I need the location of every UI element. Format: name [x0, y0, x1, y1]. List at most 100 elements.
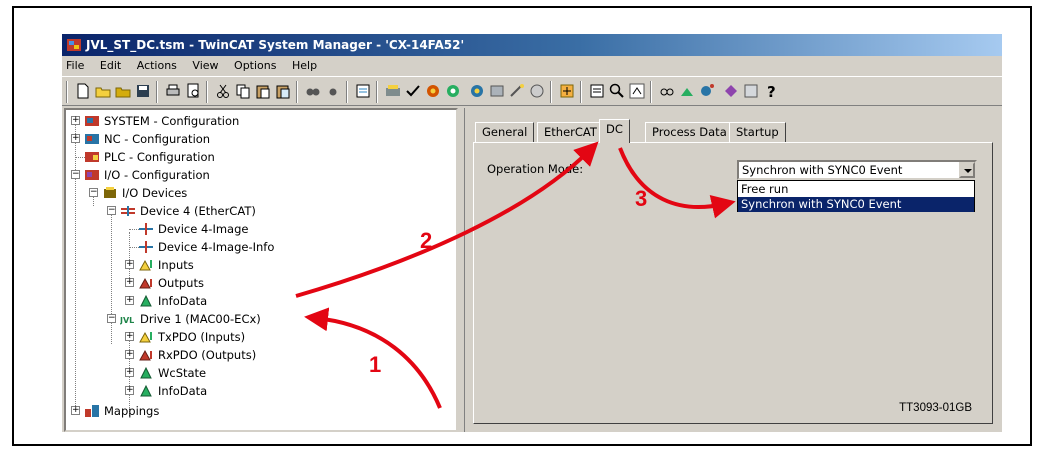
tab-ethercat[interactable]: EtherCAT — [537, 122, 604, 142]
io-config-icon — [85, 170, 99, 180]
ethercat-device-icon — [121, 206, 135, 216]
tree-node-mappings[interactable]: + Mappings — [66, 402, 456, 420]
new-file-icon[interactable] — [74, 82, 92, 100]
expand-icon[interactable]: + — [71, 116, 80, 125]
target-system-icon[interactable] — [722, 82, 740, 100]
outputs-icon — [139, 277, 152, 289]
collapse-icon[interactable]: − — [107, 314, 116, 323]
print-icon[interactable] — [164, 82, 182, 100]
tree-node-device-4-image-info[interactable]: Device 4-Image-Info — [66, 238, 456, 256]
expand-icon[interactable]: + — [125, 368, 134, 377]
info-icon[interactable] — [742, 82, 760, 100]
mappings-icon — [85, 405, 99, 417]
toolbar-separator — [206, 81, 208, 103]
zoom-icon[interactable] — [608, 82, 626, 100]
paste-icon[interactable] — [254, 82, 272, 100]
image-icon — [139, 223, 153, 235]
tree-node-plc-configuration[interactable]: PLC - Configuration — [66, 148, 456, 166]
append-device-icon[interactable] — [558, 82, 576, 100]
operation-mode-dropdown: Free run Synchron with SYNC0 Event — [737, 180, 975, 212]
tab-general[interactable]: General — [475, 122, 535, 142]
tab-dc[interactable]: DC — [599, 119, 630, 143]
dropdown-arrow-icon[interactable] — [959, 162, 975, 178]
tree-node-txpdo[interactable]: + TxPDO (Inputs) — [66, 328, 456, 346]
operation-mode-value: Synchron with SYNC0 Event — [742, 163, 903, 177]
collapse-icon[interactable]: − — [71, 170, 80, 179]
cut-icon[interactable] — [214, 82, 232, 100]
expand-icon[interactable]: + — [125, 296, 134, 305]
expand-icon[interactable]: + — [71, 134, 80, 143]
toolbar-separator — [66, 81, 68, 103]
option-free-run[interactable]: Free run — [738, 182, 974, 197]
expand-icon[interactable]: + — [125, 278, 134, 287]
toggle-free-run-icon[interactable] — [528, 82, 546, 100]
menu-bar: File Edit Actions View Options Help — [62, 56, 1002, 76]
help-icon[interactable]: ? — [762, 82, 780, 100]
tree-node-io-devices[interactable]: − I/O Devices — [66, 184, 456, 202]
tree-node-nc-configuration[interactable]: + NC - Configuration — [66, 130, 456, 148]
find-next-icon[interactable] — [324, 82, 342, 100]
window-title: JVL_ST_DC.tsm - TwinCAT System Manager -… — [86, 38, 465, 52]
expand-icon[interactable]: + — [71, 406, 80, 415]
collapse-icon[interactable]: − — [89, 188, 98, 197]
paste-with-links-icon[interactable] — [274, 82, 292, 100]
tree-node-device-4-ethercat[interactable]: − Device 4 (EtherCAT) — [66, 202, 456, 220]
toolbar-separator — [376, 81, 378, 103]
scan-devices-icon[interactable] — [508, 82, 526, 100]
expand-icon[interactable]: + — [125, 386, 134, 395]
tree-node-outputs[interactable]: + Outputs — [66, 274, 456, 292]
build-icon[interactable] — [384, 82, 402, 100]
menu-edit[interactable]: Edit — [100, 59, 121, 72]
tree-node-io-configuration[interactable]: − I/O - Configuration — [66, 166, 456, 184]
restart-config-mode-icon[interactable] — [468, 82, 486, 100]
reload-devices-icon[interactable] — [488, 82, 506, 100]
copy-icon[interactable] — [234, 82, 252, 100]
tree-node-wcstate[interactable]: + WcState — [66, 364, 456, 382]
tree-node-device-4-image[interactable]: Device 4-Image — [66, 220, 456, 238]
inputs-icon — [139, 331, 152, 343]
toolbar-separator — [650, 81, 652, 103]
activate-configuration-icon[interactable] — [424, 82, 442, 100]
menu-actions[interactable]: Actions — [137, 59, 177, 72]
system-config-icon — [85, 116, 99, 126]
generate-mappings-icon[interactable] — [354, 82, 372, 100]
open-folder-icon[interactable] — [94, 82, 112, 100]
infodata-icon — [140, 384, 152, 397]
route-icon[interactable] — [698, 82, 716, 100]
toolbar-separator — [346, 81, 348, 103]
show-online-data-icon[interactable] — [588, 82, 606, 100]
tree-node-drive-infodata[interactable]: + InfoData — [66, 382, 456, 400]
tab-process-data[interactable]: Process Data — [645, 122, 734, 142]
expand-icon[interactable]: + — [125, 332, 134, 341]
find-icon[interactable] — [304, 82, 322, 100]
menu-help[interactable]: Help — [292, 59, 317, 72]
tree-node-inputs[interactable]: + Inputs — [66, 256, 456, 274]
expand-icon[interactable]: + — [125, 260, 134, 269]
inputs-icon — [139, 259, 152, 271]
print-preview-icon[interactable] — [184, 82, 202, 100]
menu-options[interactable]: Options — [234, 59, 276, 72]
check-configuration-icon[interactable] — [404, 82, 422, 100]
device-properties-pane: General EtherCAT DC Process Data Startup… — [464, 108, 1002, 432]
collapse-icon[interactable]: − — [107, 206, 116, 215]
operation-mode-select[interactable]: Synchron with SYNC0 Event — [737, 160, 977, 180]
save-icon[interactable] — [134, 82, 152, 100]
option-synchron-sync0[interactable]: Synchron with SYNC0 Event — [738, 197, 974, 212]
toolbar-separator — [550, 81, 552, 103]
step-label-2: 2 — [420, 228, 433, 253]
menu-view[interactable]: View — [192, 59, 218, 72]
menu-file[interactable]: File — [66, 59, 84, 72]
open-remote-icon[interactable] — [114, 82, 132, 100]
restart-twincat-icon[interactable] — [444, 82, 462, 100]
tree-node-infodata[interactable]: + InfoData — [66, 292, 456, 310]
toolbar: ? — [62, 76, 1002, 106]
show-sub-items-icon[interactable] — [628, 82, 646, 100]
tree-node-system-configuration[interactable]: + SYSTEM - Configuration — [66, 112, 456, 130]
tree-node-drive-1[interactable]: − JVL Drive 1 (MAC00-ECx) — [66, 310, 456, 328]
expand-icon[interactable]: + — [125, 350, 134, 359]
scope-icon[interactable] — [678, 82, 696, 100]
tab-startup[interactable]: Startup — [729, 122, 786, 142]
toolbar-separator — [580, 81, 582, 103]
watch-icon[interactable] — [658, 82, 676, 100]
tree-node-rxpdo[interactable]: + RxPDO (Outputs) — [66, 346, 456, 364]
